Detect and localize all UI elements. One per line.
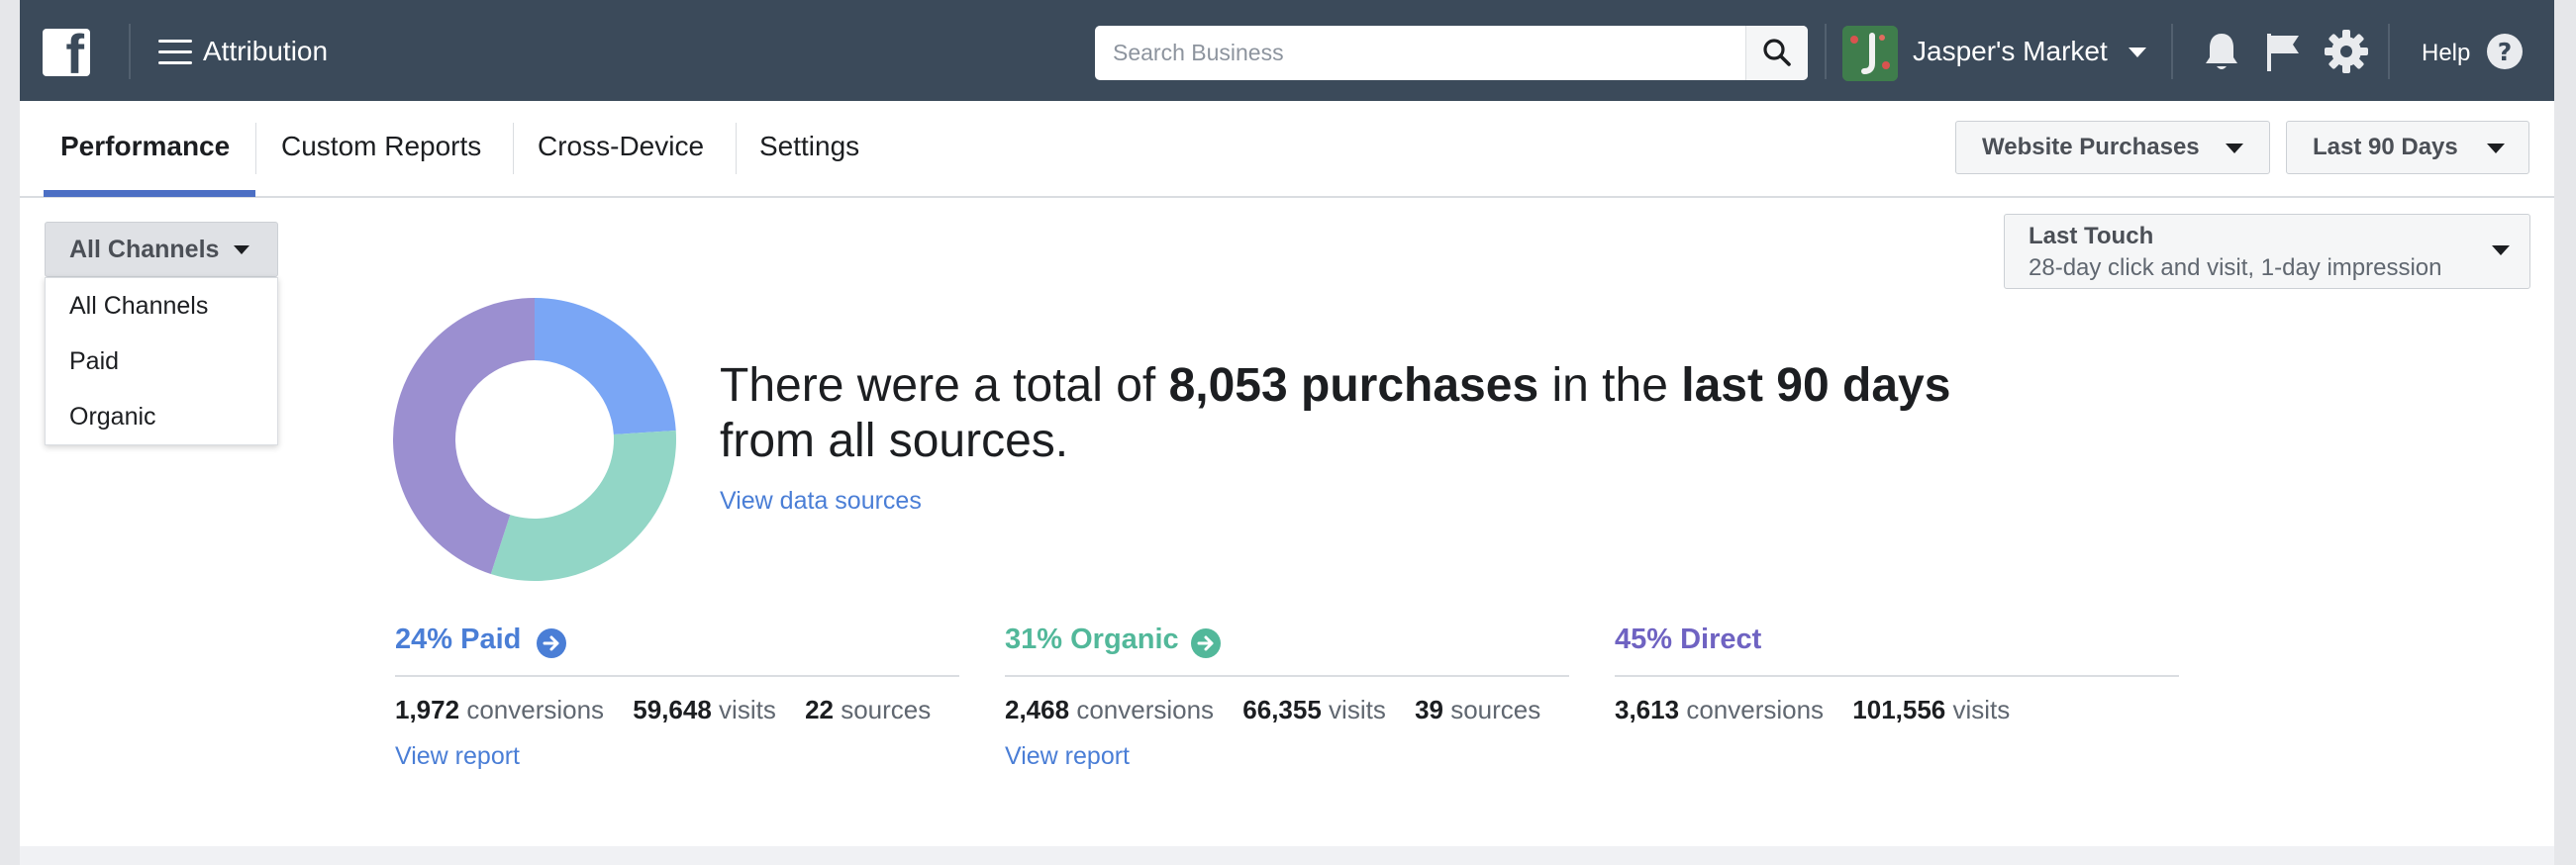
account-name[interactable]: Jasper's Market	[1913, 36, 2108, 67]
chevron-down-icon	[234, 245, 249, 254]
search-input[interactable]	[1095, 26, 1761, 80]
tab-custom-reports[interactable]: Custom Reports	[281, 101, 481, 196]
app-title: Attribution	[203, 36, 329, 66]
view-data-sources-link[interactable]: View data sources	[720, 487, 922, 516]
visits-label: visits	[1952, 695, 2011, 724]
svg-text:?: ?	[2498, 38, 2513, 66]
divider	[129, 24, 131, 79]
account-avatar[interactable]	[1842, 26, 1898, 81]
paid-stats: 1,972 conversions 59,648 visits 22 sourc…	[395, 695, 952, 725]
arrow-right-circle-icon[interactable]	[1191, 628, 1221, 658]
conversions-label: conversions	[466, 695, 605, 724]
visits-label: visits	[719, 695, 776, 724]
channel-filter-menu: All Channels Paid Organic	[45, 277, 278, 445]
conversions-label: conversions	[1076, 695, 1215, 724]
chevron-down-icon[interactable]	[2129, 48, 2146, 57]
chevron-down-icon	[2492, 245, 2510, 255]
avatar-image	[1842, 26, 1898, 81]
organic-stats: 2,468 conversions 66,355 visits 39 sourc…	[1005, 695, 1562, 725]
divider	[2388, 24, 2390, 79]
conversion-event-dropdown[interactable]: Website Purchases	[1955, 121, 2270, 174]
top-bar: f Attribution Jasper's Market	[20, 0, 2554, 101]
donut-slice-paid	[535, 298, 676, 434]
summary-purchases: 8,053 purchases	[1168, 359, 1539, 412]
help-link[interactable]: Help	[2422, 40, 2470, 67]
summary-middle: in the	[1538, 359, 1682, 412]
tab-performance[interactable]: Performance	[60, 101, 230, 196]
date-range-label: Last 90 Days	[2313, 134, 2458, 160]
sub-navigation: Performance Custom Reports Cross-Device …	[20, 101, 2554, 198]
channel-filter-label: All Channels	[69, 236, 220, 263]
menu-item-all-channels[interactable]: All Channels	[69, 292, 208, 321]
direct-visits: 101,556	[1852, 695, 1946, 724]
divider	[1615, 675, 2179, 677]
divider	[1005, 675, 1569, 677]
window-frame-left	[0, 0, 20, 865]
gear-icon[interactable]	[2323, 28, 2370, 75]
facebook-logo-icon[interactable]: f	[43, 27, 90, 82]
bell-icon[interactable]	[2198, 28, 2245, 75]
question-circle-icon[interactable]: ?	[2485, 32, 2525, 71]
window-frame-right	[2554, 0, 2576, 865]
divider	[513, 123, 514, 174]
chevron-down-icon	[2487, 144, 2505, 153]
paid-view-report-link[interactable]: View report	[395, 742, 520, 771]
menu-item-paid[interactable]: Paid	[69, 347, 119, 376]
attribution-model-dropdown[interactable]: Last Touch 28-day click and visit, 1-day…	[2004, 214, 2530, 289]
divider	[255, 123, 256, 174]
date-range-dropdown[interactable]: Last 90 Days	[2286, 121, 2529, 174]
arrow-right-circle-icon[interactable]	[537, 628, 566, 658]
divider	[395, 675, 959, 677]
paid-conversions: 1,972	[395, 695, 460, 724]
divider	[1825, 24, 1827, 79]
menu-item-organic[interactable]: Organic	[69, 403, 156, 432]
search-icon	[1763, 39, 1791, 66]
flag-icon[interactable]	[2259, 28, 2307, 75]
paid-visits: 59,648	[633, 695, 712, 724]
organic-sources: 39	[1415, 695, 1443, 724]
direct-stats: 3,613 conversions 101,556 visits	[1615, 695, 2031, 725]
paid-title[interactable]: 24% Paid	[395, 624, 521, 656]
chevron-down-icon	[2226, 144, 2243, 153]
sources-label: sources	[1450, 695, 1541, 724]
page-footer-band	[20, 846, 2554, 865]
divider	[736, 123, 737, 174]
direct-conversions: 3,613	[1615, 695, 1680, 724]
sources-label: sources	[841, 695, 932, 724]
attribution-model-title: Last Touch	[2029, 223, 2154, 249]
organic-visits: 66,355	[1242, 695, 1322, 724]
conversions-label: conversions	[1686, 695, 1825, 724]
paid-sources: 22	[805, 695, 834, 724]
search-box	[1095, 26, 1808, 80]
tab-settings[interactable]: Settings	[759, 101, 859, 196]
active-tab-indicator	[44, 190, 255, 197]
tab-cross-device[interactable]: Cross-Device	[538, 101, 704, 196]
conversion-event-label: Website Purchases	[1982, 134, 2200, 160]
summary-period: last 90 days	[1681, 359, 1951, 412]
divider	[2171, 24, 2173, 79]
hamburger-menu-icon[interactable]	[158, 40, 192, 65]
summary-prefix: There were a total of	[720, 359, 1169, 412]
search-button[interactable]	[1745, 26, 1808, 80]
organic-title[interactable]: 31% Organic	[1005, 624, 1179, 656]
donut-slice-organic	[490, 431, 676, 581]
attribution-model-description: 28-day click and visit, 1-day impression	[2029, 254, 2442, 281]
organic-view-report-link[interactable]: View report	[1005, 742, 1130, 771]
summary-headline: There were a total of 8,053 purchases in…	[720, 358, 2007, 469]
summary-suffix: from all sources.	[720, 415, 1069, 467]
organic-conversions: 2,468	[1005, 695, 1070, 724]
channel-share-donut-chart	[393, 298, 676, 581]
visits-label: visits	[1329, 695, 1386, 724]
channel-filter-dropdown[interactable]: All Channels	[45, 222, 278, 277]
direct-title: 45% Direct	[1615, 624, 1762, 655]
